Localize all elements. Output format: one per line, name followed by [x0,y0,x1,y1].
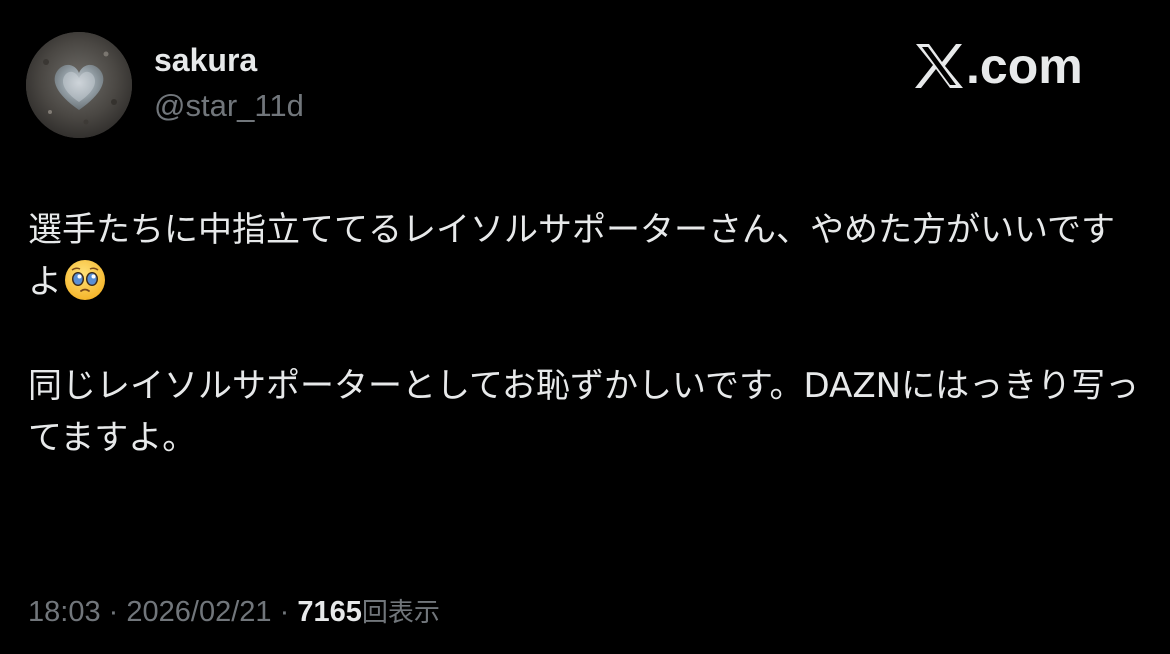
views-label: 回表示 [361,598,440,628]
avatar[interactable] [26,32,132,138]
author-display-name[interactable]: sakura [154,40,257,80]
author-handle[interactable]: @star_11d [154,86,304,126]
tweet-meta: 18:03 · 2026/02/21 · 7165回表示 [28,592,440,633]
tweet-paragraph: 選手たちに中指立ててるレイソルサポーターさん、やめた方がいいですよ [28,204,1148,308]
heart-stone-avatar [26,32,132,138]
meta-separator: · [279,596,290,628]
brand-domain-label: .com [966,38,1083,94]
meta-separator: · [108,596,119,628]
x-brand: .com [914,36,1083,96]
views-count[interactable]: 7165 [297,596,362,628]
tweet-time[interactable]: 18:03 [28,596,101,628]
tweet-paragraph-text: 選手たちに中指立ててるレイソルサポーターさん、やめた方がいいですよ [28,210,1115,302]
tweet-paragraph: 同じレイソルサポーターとしてお恥ずかしいです。DAZNにはっきり写ってますよ。 [28,366,1140,458]
tweet-date[interactable]: 2026/02/21 [126,596,271,628]
tweet-text: 選手たちに中指立ててるレイソルサポーターさん、やめた方がいいですよ 同じレイソル… [28,204,1148,516]
pleading-face-emoji [65,260,105,300]
x-logo-icon [915,44,963,88]
